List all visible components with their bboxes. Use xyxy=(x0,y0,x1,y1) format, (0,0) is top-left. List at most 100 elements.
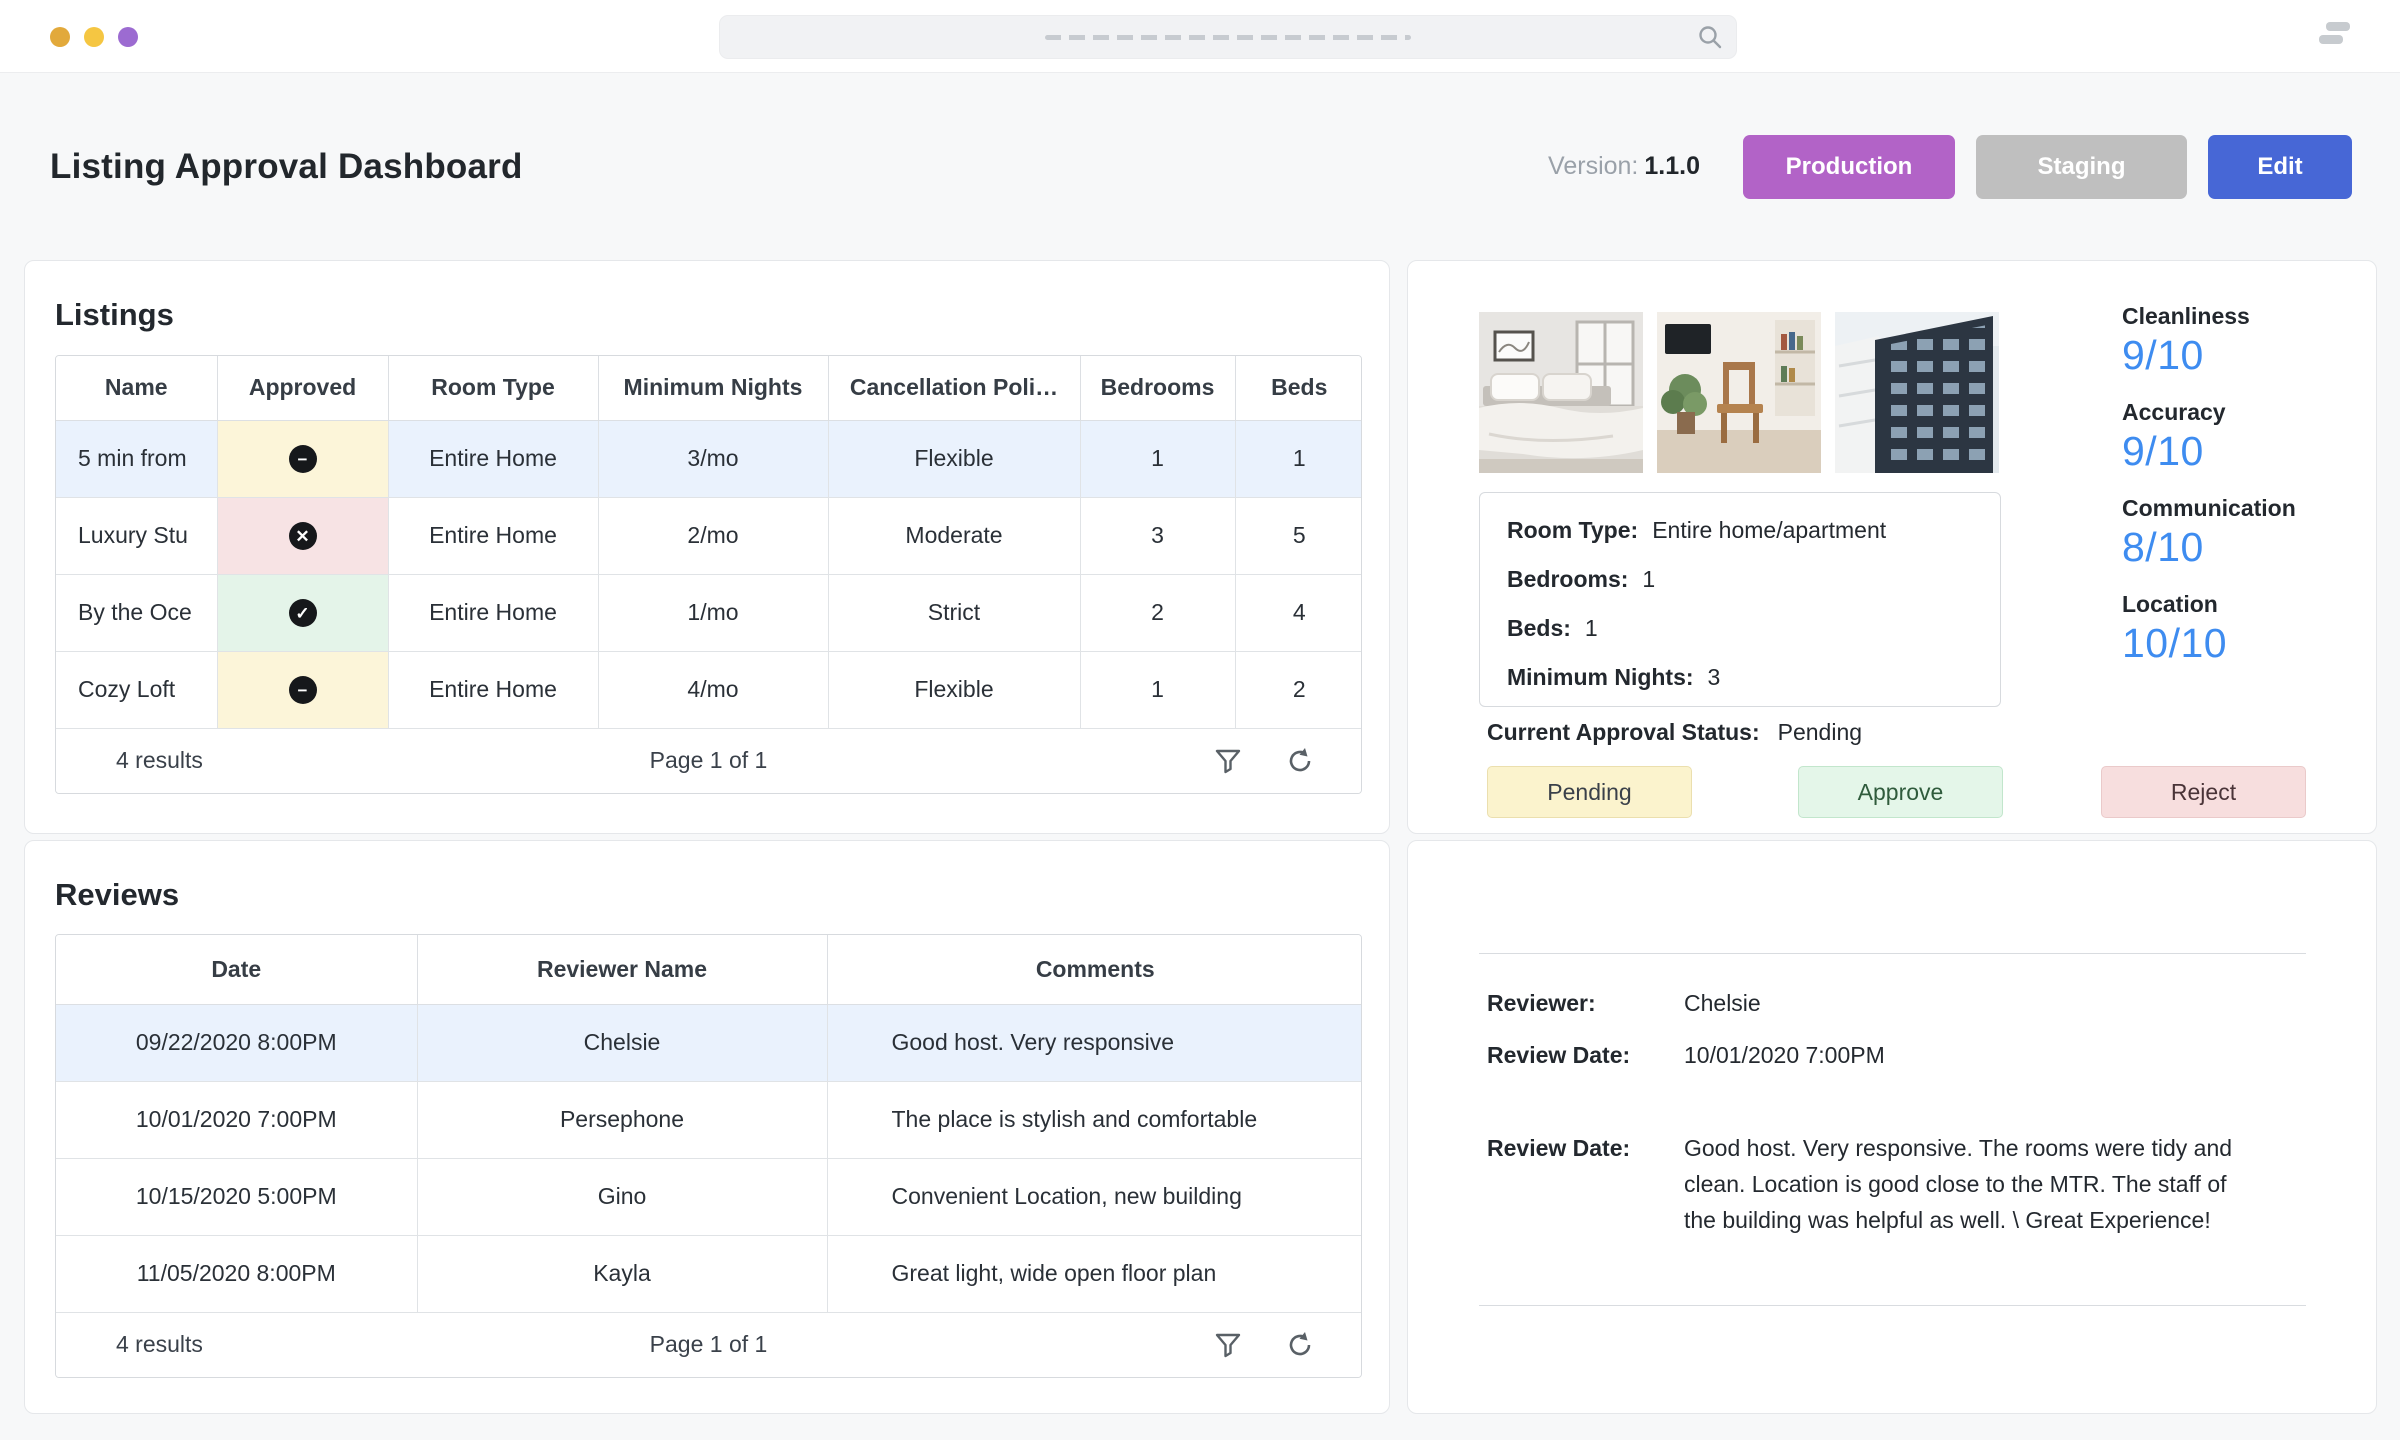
column-header: Minimum Nights xyxy=(598,356,829,421)
window-stack-icon[interactable] xyxy=(2312,20,2350,52)
cell-minimum-nights[interactable]: 4/mo xyxy=(598,651,829,729)
rating-value: 9/10 xyxy=(2122,428,2204,474)
address-bar[interactable] xyxy=(719,15,1737,59)
listings-header-row: Name Approved Room Type Minimum Nights Cance… xyxy=(56,356,1361,421)
living-room-photo xyxy=(1657,312,1821,473)
cell-bedrooms[interactable]: 2 xyxy=(1080,574,1236,652)
listing-row[interactable]: 5 min from − Entire Home 3/mo Flexible 1 1 xyxy=(56,420,1361,498)
cell-cancellation[interactable]: Strict xyxy=(828,574,1081,652)
cell-comments[interactable]: Convenient Location, new building xyxy=(827,1158,1361,1236)
cell-date[interactable]: 09/22/2020 8:00PM xyxy=(56,1004,418,1082)
listings-table-body: 5 min from − Entire Home 3/mo Flexible 1 1 Luxu… xyxy=(56,420,1361,729)
cell-minimum-nights[interactable]: 2/mo xyxy=(598,497,829,575)
cell-beds[interactable]: 1 xyxy=(1235,420,1361,498)
cell-reviewer[interactable]: Persephone xyxy=(417,1081,828,1159)
search-icon xyxy=(1699,26,1722,49)
cell-date[interactable]: 11/05/2020 8:00PM xyxy=(56,1235,418,1313)
cell-bedrooms[interactable]: 1 xyxy=(1080,420,1236,498)
cell-name[interactable]: By the Oce xyxy=(56,574,218,652)
info-row: Beds: 1 xyxy=(1507,612,2000,645)
reviews-table-body: 09/22/2020 8:00PM Chelsie Good host. Very … xyxy=(56,1004,1361,1313)
info-value: Entire home/apartment xyxy=(1652,517,1887,543)
cell-comments[interactable]: The place is stylish and comfortable xyxy=(827,1081,1361,1159)
review-date-label: Review Date: xyxy=(1487,1042,1631,1068)
cell-beds[interactable]: 5 xyxy=(1235,497,1361,575)
info-label: Bedrooms: xyxy=(1507,566,1629,592)
listings-panel: Listings Name Approved Room Type Minimum Ni… xyxy=(24,260,1390,834)
cell-cancellation[interactable]: Flexible xyxy=(828,651,1081,729)
cell-minimum-nights[interactable]: 3/mo xyxy=(598,420,829,498)
cell-room-type[interactable]: Entire Home xyxy=(388,574,599,652)
version-value: 1.1.0 xyxy=(1644,152,1700,180)
cell-approved[interactable]: ✓ xyxy=(217,574,389,652)
pending-button[interactable]: Pending xyxy=(1487,766,1692,818)
column-header: Bedrooms xyxy=(1080,356,1236,421)
circle-x-icon: ✕ xyxy=(288,522,317,551)
info-box: Room Type: Entire home/apartment Bedrooms:… xyxy=(1479,492,2001,707)
cell-name[interactable]: Luxury Stu xyxy=(56,497,218,575)
window-dot[interactable] xyxy=(84,27,104,47)
refresh-icon[interactable] xyxy=(1285,746,1315,776)
cell-reviewer[interactable]: Kayla xyxy=(417,1235,828,1313)
rating-value: 9/10 xyxy=(2122,332,2204,378)
review-row[interactable]: 09/22/2020 8:00PM Chelsie Good host. Very … xyxy=(56,1004,1361,1082)
review-detail-panel: Reviewer: Chelsie Review Date: 10/01/202… xyxy=(1407,840,2377,1414)
approve-button[interactable]: Approve xyxy=(1798,766,2003,818)
cell-approved[interactable]: − xyxy=(217,651,389,729)
cell-date[interactable]: 10/01/2020 7:00PM xyxy=(56,1081,418,1159)
production-button[interactable]: Production xyxy=(1743,134,1955,199)
column-header: Approved xyxy=(217,356,389,421)
review-row[interactable]: 10/15/2020 5:00PM Gino Convenient Location… xyxy=(56,1158,1361,1236)
info-row: Room Type: Entire home/apartment xyxy=(1507,514,2000,547)
cell-cancellation[interactable]: Moderate xyxy=(828,497,1081,575)
window-dot[interactable] xyxy=(118,27,138,47)
filter-icon[interactable] xyxy=(1213,746,1243,776)
cell-name[interactable]: Cozy Loft xyxy=(56,651,218,729)
staging-button[interactable]: Staging xyxy=(1976,134,2187,199)
cell-cancellation[interactable]: Flexible xyxy=(828,420,1081,498)
reject-button[interactable]: Reject xyxy=(2101,766,2306,818)
approval-status-line: Current Approval Status: Pending xyxy=(1487,719,1862,746)
cell-room-type[interactable]: Entire Home xyxy=(388,651,599,729)
page-indicator: Page 1 of 1 xyxy=(649,1331,768,1357)
info-value: 1 xyxy=(1642,566,1656,592)
rating-value: 10/10 xyxy=(2122,620,2228,666)
refresh-icon[interactable] xyxy=(1285,1330,1315,1360)
edit-button[interactable]: Edit xyxy=(2208,134,2352,199)
page-indicator: Page 1 of 1 xyxy=(649,747,768,773)
cell-name[interactable]: 5 min from xyxy=(56,420,218,498)
window-dot[interactable] xyxy=(50,27,70,47)
filter-icon[interactable] xyxy=(1213,1330,1243,1360)
rating: Location 10/10 xyxy=(2122,591,2296,664)
rating: Accuracy 9/10 xyxy=(2122,399,2296,472)
cell-comments[interactable]: Good host. Very responsive xyxy=(827,1004,1361,1082)
divider xyxy=(1479,1305,2306,1306)
listings-table: Name Approved Room Type Minimum Nights Cance… xyxy=(55,355,1362,794)
rating-label: Communication xyxy=(2122,495,2296,521)
listings-title: Listings xyxy=(55,297,174,332)
cell-beds[interactable]: 2 xyxy=(1235,651,1361,729)
cell-reviewer[interactable]: Chelsie xyxy=(417,1004,828,1082)
cell-reviewer[interactable]: Gino xyxy=(417,1158,828,1236)
cell-bedrooms[interactable]: 3 xyxy=(1080,497,1236,575)
cell-comments[interactable]: Great light, wide open floor plan xyxy=(827,1235,1361,1313)
cell-beds[interactable]: 4 xyxy=(1235,574,1361,652)
column-header: Beds xyxy=(1235,356,1361,421)
cell-bedrooms[interactable]: 1 xyxy=(1080,651,1236,729)
cell-approved[interactable]: − xyxy=(217,420,389,498)
review-comment-row: Review Date: Good host. Very responsive.… xyxy=(1487,1130,2244,1238)
cell-approved[interactable]: ✕ xyxy=(217,497,389,575)
circle-check-icon: ✓ xyxy=(288,599,317,628)
listing-row[interactable]: By the Oce ✓ Entire Home 1/mo Strict 2 4 xyxy=(56,574,1361,652)
listing-row[interactable]: Luxury Stu ✕ Entire Home 2/mo Moderate 3 5 xyxy=(56,497,1361,575)
review-row[interactable]: 11/05/2020 8:00PM Kayla Great light, wide … xyxy=(56,1235,1361,1313)
column-header: Date xyxy=(56,935,418,1005)
cell-minimum-nights[interactable]: 1/mo xyxy=(598,574,829,652)
cell-room-type[interactable]: Entire Home xyxy=(388,420,599,498)
rating-value: 8/10 xyxy=(2122,524,2204,570)
listing-row[interactable]: Cozy Loft − Entire Home 4/mo Flexible 1 2 xyxy=(56,651,1361,729)
stack-bar xyxy=(2319,35,2343,44)
review-row[interactable]: 10/01/2020 7:00PM Persephone The place is … xyxy=(56,1081,1361,1159)
cell-date[interactable]: 10/15/2020 5:00PM xyxy=(56,1158,418,1236)
cell-room-type[interactable]: Entire Home xyxy=(388,497,599,575)
